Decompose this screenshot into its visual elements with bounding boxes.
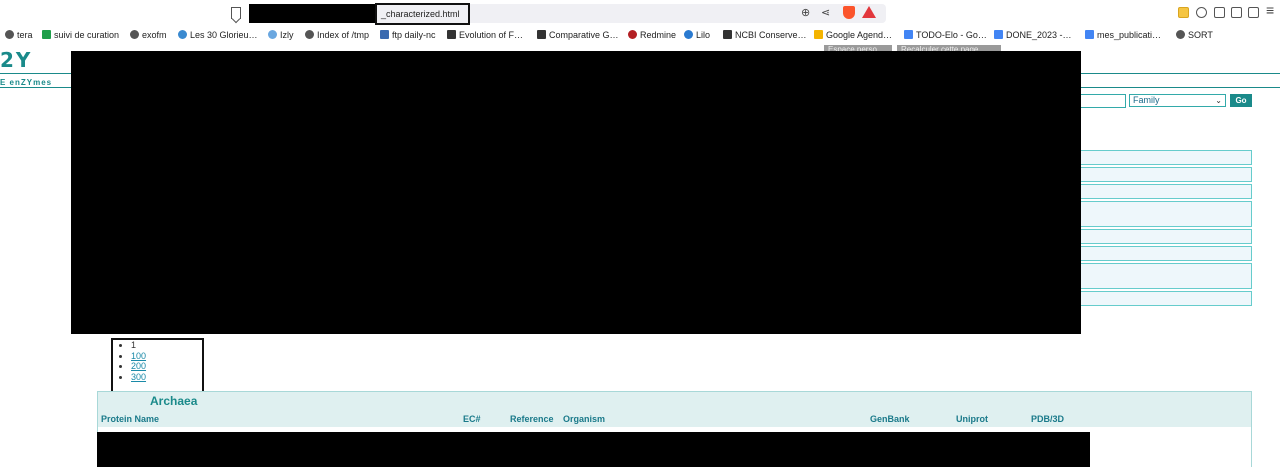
brave-rewards-icon[interactable]: [862, 6, 876, 18]
bookmark-label: mes_publicati…: [1097, 29, 1162, 40]
family-select-value: Family: [1133, 95, 1160, 105]
form-row[interactable]: [1078, 246, 1252, 261]
share-icon[interactable]: ⋖: [821, 7, 830, 19]
column-header-organism[interactable]: Organism: [563, 414, 605, 424]
bookmark-label: TODO-Elo - Go…: [916, 29, 987, 40]
bookmark-page-icon[interactable]: [231, 7, 241, 19]
redmine-icon: [628, 30, 637, 39]
bookmark-item[interactable]: Redmine: [628, 28, 676, 41]
bookmark-item[interactable]: DONE_2023 -…: [994, 28, 1072, 41]
browser-toolbar: _characterized.html ⊕ ⋖ ≡: [0, 0, 1280, 26]
bookmark-item[interactable]: Comparative G…: [537, 28, 619, 41]
bookmark-item[interactable]: Evolution of F…: [447, 28, 523, 41]
bookmark-label: SORT: [1188, 29, 1213, 40]
bookmark-label: Redmine: [640, 29, 677, 40]
bookmark-item[interactable]: suivi de curation: [42, 28, 119, 41]
menu-icon[interactable]: ≡: [1266, 3, 1274, 17]
folder-extension-icon[interactable]: [1178, 7, 1189, 18]
bookmark-item[interactable]: ftp daily-nc: [380, 28, 436, 41]
bookmark-icon: [178, 30, 187, 39]
sidebar-icon[interactable]: [1231, 7, 1242, 18]
pager-link-300[interactable]: 300: [131, 372, 146, 383]
bookmark-label: Evolution of F…: [459, 29, 524, 40]
column-header-genbank[interactable]: GenBank: [870, 414, 910, 424]
bookmark-item[interactable]: Les 30 Glorieu…: [178, 28, 258, 41]
form-row[interactable]: [1078, 201, 1252, 227]
doc-icon: [1085, 30, 1094, 39]
redacted-content-block: [71, 51, 1081, 334]
pager-link-200[interactable]: 200: [131, 361, 146, 372]
column-header-pdb[interactable]: PDB/3D: [1031, 414, 1064, 424]
calendar-icon: [814, 30, 823, 39]
page-icon: [723, 30, 732, 39]
bookmark-label: Lilo: [696, 29, 711, 40]
bookmark-label: ftp daily-nc: [392, 29, 436, 40]
form-row[interactable]: [1078, 291, 1252, 306]
extension-puzzle-icon[interactable]: [1196, 7, 1207, 18]
spreadsheet-icon: [42, 30, 51, 39]
bookmark-item[interactable]: NCBI Conserve…: [723, 28, 807, 41]
bookmark-label: exofm: [142, 29, 167, 40]
column-header-ec[interactable]: EC#: [463, 414, 481, 424]
section-title: Archaea: [150, 394, 198, 408]
site-logo-subtitle: E enZYmes: [0, 78, 53, 87]
bookmark-label: Comparative G…: [549, 29, 619, 40]
bookmark-item[interactable]: Google Agend…: [814, 28, 892, 41]
form-row[interactable]: [1078, 263, 1252, 289]
bookmark-item[interactable]: mes_publicati…: [1085, 28, 1161, 41]
bookmark-item[interactable]: exofm: [130, 28, 167, 41]
globe-icon: [305, 30, 314, 39]
bookmark-label: tera: [17, 29, 33, 40]
page-icon: [537, 30, 546, 39]
url-text[interactable]: _characterized.html: [375, 3, 470, 25]
chevron-down-icon: ⌄: [1215, 96, 1222, 105]
bookmark-label: suivi de curation: [54, 29, 120, 40]
search-form-rows: [1078, 150, 1252, 308]
form-row[interactable]: [1078, 167, 1252, 182]
site-logo[interactable]: 2Y: [0, 50, 32, 70]
bookmark-label: DONE_2023 -…: [1006, 29, 1072, 40]
form-row[interactable]: [1078, 150, 1252, 165]
wallet-icon[interactable]: [1248, 7, 1259, 18]
column-header-protein-name[interactable]: Protein Name: [101, 414, 159, 424]
bookmark-item[interactable]: Lilo: [684, 28, 710, 41]
edit-icon[interactable]: [1214, 7, 1225, 18]
pager-current: 1: [131, 340, 146, 351]
drop-icon: [684, 30, 693, 39]
pager: 1 100 200 300: [131, 340, 146, 383]
redacted-table-rows: [97, 432, 1090, 467]
search-input[interactable]: [1078, 94, 1126, 108]
globe-icon: [130, 30, 139, 39]
bookmark-label: Les 30 Glorieu…: [190, 29, 258, 40]
bookmark-item[interactable]: TODO-Elo - Go…: [904, 28, 987, 41]
brave-shield-icon[interactable]: [843, 6, 855, 19]
izly-icon: [268, 30, 277, 39]
bookmark-label: Google Agend…: [826, 29, 893, 40]
bookmark-item[interactable]: tera: [5, 28, 33, 41]
redacted-url-part: [249, 4, 377, 23]
bookmark-item[interactable]: SORT: [1176, 28, 1213, 41]
pager-link-100[interactable]: 100: [131, 351, 146, 362]
bookmark-label: Index of /tmp: [317, 29, 370, 40]
zoom-icon[interactable]: ⊕: [801, 7, 810, 19]
bookmark-item[interactable]: Index of /tmp: [305, 28, 369, 41]
form-row[interactable]: [1078, 229, 1252, 244]
server-icon: [380, 30, 389, 39]
go-button[interactable]: Go: [1230, 94, 1252, 107]
bookmark-label: NCBI Conserve…: [735, 29, 807, 40]
globe-icon: [5, 30, 14, 39]
family-select[interactable]: Family ⌄: [1129, 94, 1226, 107]
doc-icon: [994, 30, 1003, 39]
column-header-uniprot[interactable]: Uniprot: [956, 414, 988, 424]
globe-icon: [1176, 30, 1185, 39]
page-icon: [447, 30, 456, 39]
doc-icon: [904, 30, 913, 39]
bookmark-item[interactable]: Izly: [268, 28, 294, 41]
column-header-reference[interactable]: Reference: [510, 414, 554, 424]
bookmarks-bar: tera suivi de curation exofm Les 30 Glorieu…: [0, 26, 1280, 43]
bookmark-label: Izly: [280, 29, 294, 40]
form-row[interactable]: [1078, 184, 1252, 199]
